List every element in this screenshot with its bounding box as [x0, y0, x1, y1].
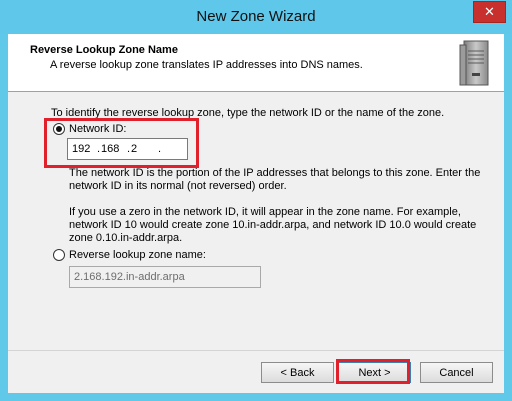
- server-icon: [459, 40, 489, 86]
- back-button[interactable]: < Back: [261, 362, 334, 383]
- window-title: New Zone Wizard: [196, 8, 316, 25]
- reverse-zone-label: Reverse lookup zone name:: [69, 249, 206, 261]
- close-icon: ✕: [484, 4, 495, 19]
- title-bar: New Zone Wizard ✕: [0, 0, 512, 34]
- wizard-content: Reverse Lookup Zone Name A reverse looku…: [8, 34, 504, 393]
- reverse-zone-radio[interactable]: [53, 249, 65, 261]
- close-button[interactable]: ✕: [473, 1, 506, 23]
- header-subtitle: A reverse lookup zone translates IP addr…: [50, 59, 363, 71]
- wizard-header: Reverse Lookup Zone Name A reverse looku…: [8, 34, 504, 92]
- reverse-zone-input[interactable]: 2.168.192.in-addr.arpa: [69, 266, 261, 288]
- divider: [8, 350, 504, 351]
- reverse-zone-option[interactable]: Reverse lookup zone name:: [53, 249, 206, 261]
- next-highlight: [336, 359, 410, 384]
- header-title: Reverse Lookup Zone Name: [30, 44, 178, 56]
- cancel-button[interactable]: Cancel: [420, 362, 493, 383]
- zero-example-description: If you use a zero in the network ID, it …: [69, 206, 477, 244]
- network-id-description: The network ID is the portion of the IP …: [69, 167, 481, 192]
- network-id-highlight: [44, 118, 199, 168]
